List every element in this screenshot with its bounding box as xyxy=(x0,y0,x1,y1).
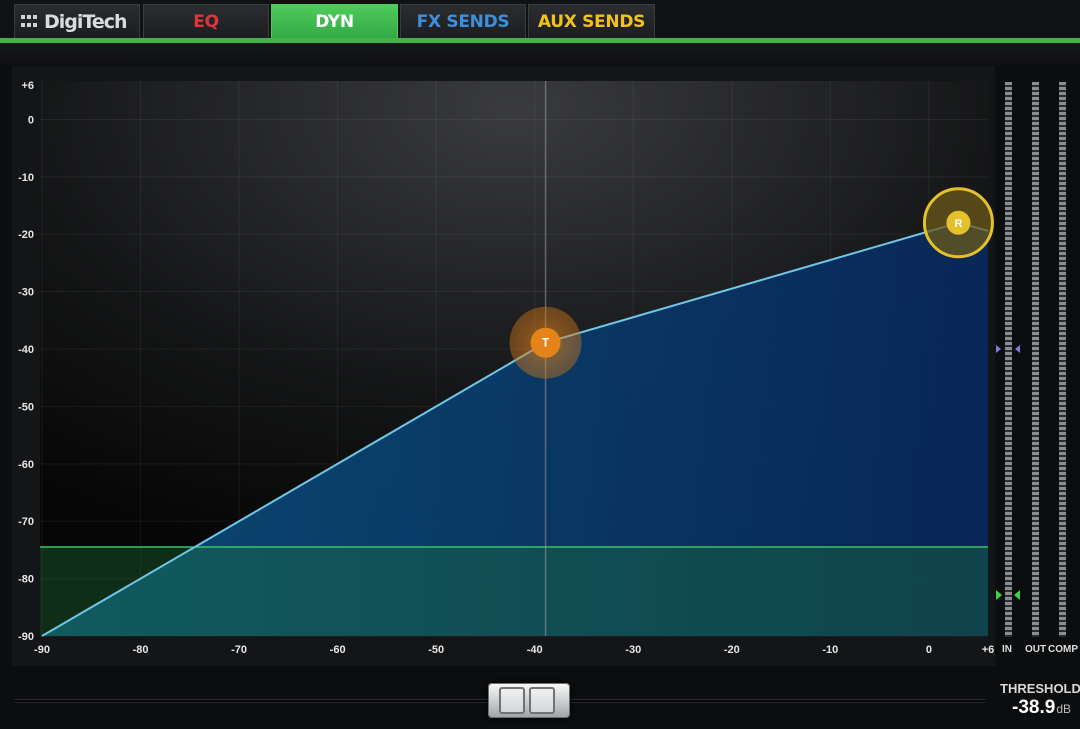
logo-text: DigiTech xyxy=(44,10,128,33)
sub-toolbar xyxy=(0,43,1080,65)
digitech-logo: DigiTech xyxy=(14,4,140,38)
threshold-slider-thumb[interactable] xyxy=(488,683,570,718)
threshold-marker-right-icon xyxy=(1015,345,1020,353)
x-tick-label: 0 xyxy=(926,644,932,656)
y-tick-label: -10 xyxy=(18,172,34,184)
slider-grip-right xyxy=(529,687,555,714)
x-tick-label: -80 xyxy=(133,644,149,656)
x-tick-label: -20 xyxy=(724,644,740,656)
y-tick-label: +6 xyxy=(21,80,34,92)
y-tick-label: -40 xyxy=(18,344,34,356)
x-tick-label: -70 xyxy=(231,644,247,656)
y-tick-label: -90 xyxy=(18,631,34,643)
y-tick-label: -80 xyxy=(18,574,34,586)
ratio-handle[interactable]: R xyxy=(922,187,994,259)
dynamics-editor: DigiTech EQ DYN FX SENDS AUX SENDS +6 0 … xyxy=(0,0,1080,729)
gate-marker-left-icon xyxy=(996,590,1002,600)
dynamics-graph[interactable]: +6 0 -10 -20 -30 -40 -50 -60 -70 -80 -90-90 -80 -70 -… xyxy=(0,0,1080,729)
x-tick-label: -10 xyxy=(822,644,838,656)
x-tick-label: +6 xyxy=(982,644,995,656)
tab-eq[interactable]: EQ xyxy=(143,4,269,38)
y-tick-label: -70 xyxy=(18,516,34,528)
meter-label-comp: COMP xyxy=(1048,644,1078,655)
gate-region xyxy=(40,547,988,636)
meter-label-in: IN xyxy=(1002,644,1012,655)
threshold-marker-left-icon xyxy=(996,345,1001,353)
threshold-label: THRESHOLD xyxy=(1000,681,1080,696)
tab-fx-sends[interactable]: FX SENDS xyxy=(400,4,526,38)
threshold-readout: -38.9dB xyxy=(1003,697,1080,719)
threshold-unit: dB xyxy=(1056,702,1071,716)
y-tick-label: -30 xyxy=(18,287,34,299)
y-tick-label: -50 xyxy=(18,401,34,413)
top-bar: DigiTech EQ DYN FX SENDS AUX SENDS xyxy=(0,0,1080,44)
x-tick-label: -30 xyxy=(625,644,641,656)
meter-markers xyxy=(996,345,1020,600)
gate-marker-right-icon xyxy=(1014,590,1020,600)
x-tick-label: -90 xyxy=(34,644,50,656)
level-meters xyxy=(996,80,1080,640)
y-tick-label: 0 xyxy=(28,114,34,126)
slider-grip-left xyxy=(499,687,525,714)
x-tick-label: -40 xyxy=(527,644,543,656)
ratio-handle-label: R xyxy=(954,218,962,230)
y-tick-label: -60 xyxy=(18,459,34,471)
y-tick-label: -20 xyxy=(18,229,34,241)
x-tick-label: -60 xyxy=(330,644,346,656)
tab-aux-sends[interactable]: AUX SENDS xyxy=(528,4,655,38)
threshold-handle[interactable]: T xyxy=(509,306,582,379)
meter-label-out: OUT xyxy=(1025,644,1047,655)
tab-dyn[interactable]: DYN xyxy=(271,4,398,38)
threshold-handle-label: T xyxy=(542,336,550,350)
threshold-value: -38.9 xyxy=(1012,697,1056,718)
x-tick-label: -50 xyxy=(428,644,444,656)
logo-grid-icon xyxy=(21,14,39,29)
